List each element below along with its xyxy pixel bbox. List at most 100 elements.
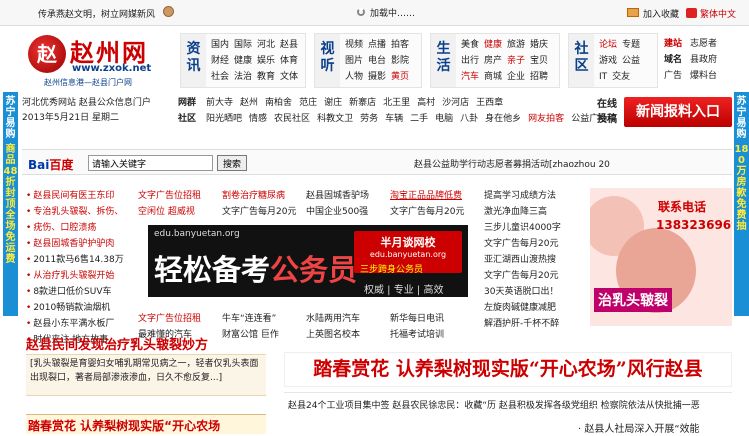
- nav2-link[interactable]: 劳务: [360, 111, 378, 127]
- nav2-link[interactable]: 范庄: [299, 95, 317, 111]
- search-input[interactable]: [88, 155, 213, 171]
- nav-cat-media[interactable]: 视听: [315, 34, 340, 87]
- list-item[interactable]: • 赵县固城香驴护驴肉: [26, 236, 130, 252]
- list-item[interactable]: • 从治疗乳头皲裂开始: [26, 268, 130, 284]
- nav2-link[interactable]: 科教文卫: [317, 111, 353, 127]
- nav-link[interactable]: 美食: [461, 37, 479, 53]
- nav-link[interactable]: 婚庆: [530, 37, 548, 53]
- nav2-link[interactable]: 赵州: [240, 95, 258, 111]
- nav2-link[interactable]: 前大寺: [206, 95, 233, 111]
- nav-link[interactable]: 赵县: [280, 37, 298, 53]
- nav-cat-life[interactable]: 生活: [431, 34, 456, 87]
- nav2-link[interactable]: 农民社区: [274, 111, 310, 127]
- text-ad-link[interactable]: 文字广告每月20元: [390, 204, 478, 220]
- text-ad-link[interactable]: 文字广告位招租: [138, 188, 222, 204]
- exam-prep-banner-ad[interactable]: edu.banyuetan.org 轻松备考公务员 半月谈网校 edu.bany…: [148, 225, 468, 297]
- nav-link[interactable]: 电台: [368, 53, 386, 69]
- search-button[interactable]: 搜索: [217, 155, 247, 171]
- main-headline[interactable]: 踏春赏花 认养梨树现实版“开心农场”风行赵县: [284, 352, 732, 387]
- site-logo[interactable]: 赵 赵州网 www.zxok.net 赵州信息港—赵县门户网: [22, 33, 172, 91]
- traditional-chinese-link[interactable]: 繁体中文: [700, 7, 736, 20]
- nav-link[interactable]: 域名: [664, 55, 682, 65]
- text-ad-link[interactable]: 中国企业500强: [306, 204, 390, 220]
- nav2-link[interactable]: 北王里: [383, 95, 410, 111]
- nav-link[interactable]: 视频: [345, 37, 363, 53]
- nav-link[interactable]: 人物: [345, 69, 363, 85]
- nav-link[interactable]: 河北: [257, 37, 275, 53]
- news-report-button[interactable]: 新闻报料入口: [624, 97, 732, 127]
- user-icon[interactable]: [163, 6, 174, 17]
- nav-link[interactable]: 国内: [211, 37, 229, 53]
- nav-link[interactable]: 摄影: [368, 69, 386, 85]
- nav2-link[interactable]: 新寨店: [349, 95, 376, 111]
- traditional-chinese-icon[interactable]: [686, 8, 697, 18]
- text-ad-link[interactable]: 托福考试培训: [390, 327, 478, 343]
- nav-link[interactable]: 交友: [612, 69, 630, 85]
- medical-side-ad[interactable]: 联系电话 13832369694 治乳头皲裂: [590, 188, 732, 326]
- news-marquee[interactable]: 赵县公益助学行动志愿者募捐活动[zhaozhou 20: [414, 157, 610, 170]
- text-ad-link[interactable]: 空闲位 超威视: [138, 204, 222, 220]
- bookmark-link[interactable]: 加入收藏: [643, 7, 679, 20]
- nav2-link[interactable]: 沙河店: [442, 95, 469, 111]
- nav2-link[interactable]: 王西章: [476, 95, 503, 111]
- nav2-link[interactable]: 二手: [410, 111, 428, 127]
- sub-headline[interactable]: · 赵县人社局深入开展“效能: [578, 420, 700, 435]
- nav-link[interactable]: 广告: [664, 71, 682, 81]
- nav-cat-news[interactable]: 资讯: [181, 34, 206, 87]
- nav-link[interactable]: IT: [599, 69, 607, 85]
- nav-link[interactable]: 亲子: [507, 53, 525, 69]
- list-item[interactable]: • 疣伤、口腔溃疡: [26, 220, 130, 236]
- text-ad-link[interactable]: 水陆两用汽车: [306, 311, 390, 327]
- nav-link[interactable]: 法治: [234, 69, 252, 85]
- nav-link[interactable]: 健康: [484, 37, 502, 53]
- nav-link[interactable]: 点播: [368, 37, 386, 53]
- nav-link[interactable]: 娱乐: [257, 53, 275, 69]
- nav2-link[interactable]: 阳光晒吧: [206, 111, 242, 127]
- list-item[interactable]: 文字广告每月20元: [484, 268, 588, 284]
- nav2-link[interactable]: 身在他乡: [485, 111, 521, 127]
- nav-link[interactable]: 志愿者: [690, 39, 717, 49]
- list-item[interactable]: 亚汇湖西山渡热搜: [484, 252, 588, 268]
- nav-link[interactable]: 论坛: [599, 37, 617, 53]
- nav-link[interactable]: 影院: [391, 53, 409, 69]
- nav-link[interactable]: 建站: [664, 39, 682, 49]
- nav-link[interactable]: 企业: [507, 69, 525, 85]
- nav-link[interactable]: 财经: [211, 53, 229, 69]
- nav2-link[interactable]: 高村: [417, 95, 435, 111]
- headline-ticker[interactable]: 赵县24个工业项目集中签 赵县农民徐忠民：收藏“历 赵县积极发挥各级党组织 检察…: [288, 398, 736, 411]
- nav-link[interactable]: 公益: [622, 53, 640, 69]
- list-item[interactable]: 文字广告每月20元: [484, 236, 588, 252]
- nav-link[interactable]: 商城: [484, 69, 502, 85]
- online-link[interactable]: 在线: [597, 97, 617, 112]
- list-item[interactable]: • 赵县小东平满水板厂: [26, 316, 130, 332]
- text-ad-link[interactable]: 上英图名校本: [306, 327, 390, 343]
- nav-link[interactable]: 汽车: [461, 69, 479, 85]
- list-item[interactable]: • 2010畅销款油烟机: [26, 300, 130, 316]
- nav-link[interactable]: 爆料台: [690, 71, 717, 81]
- side-banner-right[interactable]: 苏宁易购 180万房款免费抽: [734, 92, 749, 316]
- nav2-link[interactable]: 网友拍客: [528, 111, 564, 127]
- bookmark-icon[interactable]: [627, 8, 639, 17]
- list-item[interactable]: 解酒护肝-千杯不醉: [484, 316, 588, 332]
- list-item[interactable]: • 2011款马6售14.38万: [26, 252, 130, 268]
- nav2-link[interactable]: 八卦: [460, 111, 478, 127]
- nav2-link[interactable]: 谢庄: [324, 95, 342, 111]
- nav-link[interactable]: 社会: [211, 69, 229, 85]
- nav-link[interactable]: 文体: [280, 69, 298, 85]
- list-item[interactable]: • 专治乳头皲裂、拆伤、: [26, 204, 130, 220]
- list-item[interactable]: 30天英语脱口出！: [484, 284, 588, 300]
- nav-link[interactable]: 招聘: [530, 69, 548, 85]
- text-ad-link[interactable]: 赵县固城香驴场: [306, 188, 390, 204]
- nav-link[interactable]: 专题: [622, 37, 640, 53]
- text-ad-link[interactable]: 割卷治疗糖尿病: [222, 188, 306, 204]
- nav-link[interactable]: 体育: [280, 53, 298, 69]
- text-ad-link[interactable]: 新华每日电讯: [390, 311, 478, 327]
- nav-link[interactable]: 拍客: [391, 37, 409, 53]
- feature-headline-2[interactable]: 踏春赏花 认养梨树现实版“开心农场: [26, 414, 266, 434]
- nav-link[interactable]: 旅游: [507, 37, 525, 53]
- nav-link[interactable]: 健康: [234, 53, 252, 69]
- nav2-link[interactable]: 情感: [249, 111, 267, 127]
- submit-link[interactable]: 投稿: [597, 112, 617, 127]
- text-ad-link[interactable]: 文字广告位招租: [138, 311, 222, 327]
- nav-link[interactable]: 图片: [345, 53, 363, 69]
